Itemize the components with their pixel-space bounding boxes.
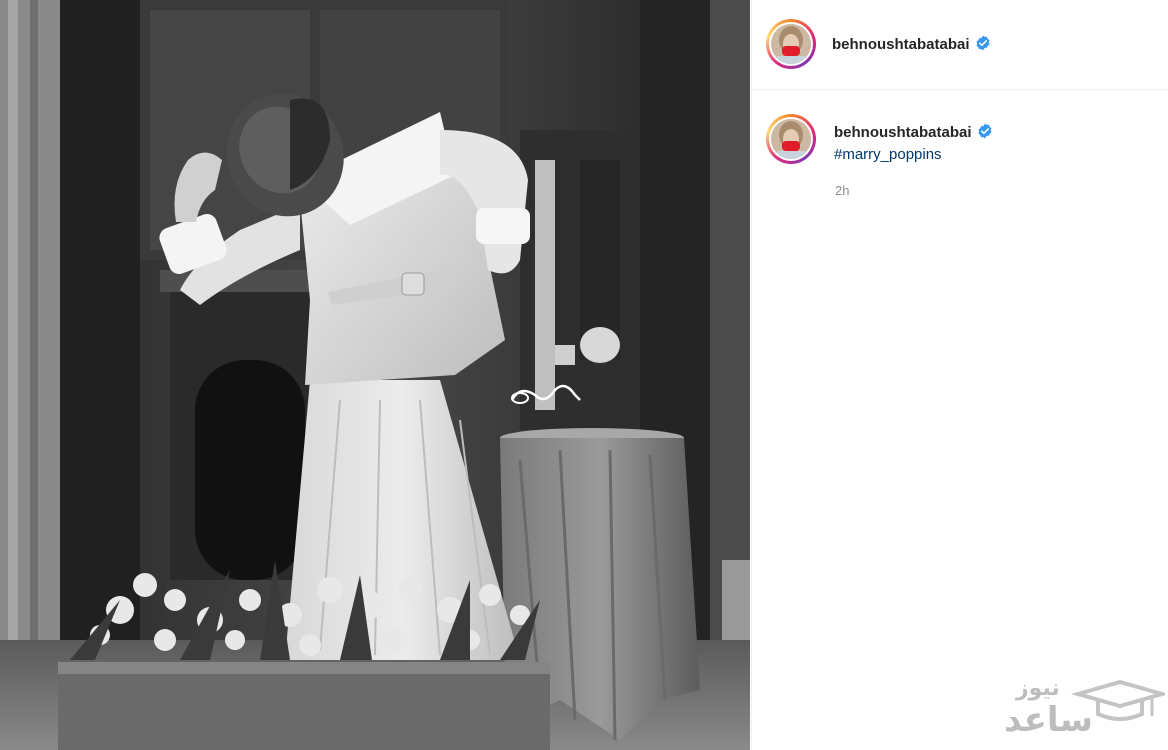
post-timestamp[interactable]: 2h: [835, 183, 849, 198]
profile-photo-icon: [771, 119, 811, 159]
stage-scene-image: [0, 0, 750, 750]
caption-hashtag-link[interactable]: #marry_poppins: [834, 146, 942, 163]
avatar[interactable]: [766, 19, 816, 69]
profile-photo-icon: [771, 24, 811, 64]
watermark-line1: نیوز: [1016, 676, 1060, 701]
username-text: behnoushtabatabai: [832, 36, 970, 53]
verified-badge-icon: [975, 35, 991, 55]
header-username-link[interactable]: behnoushtabatabai: [832, 35, 991, 55]
post-side-panel: behnoushtabatabai behnoushtabatabai #mar…: [751, 0, 1168, 750]
caption-username-link[interactable]: behnoushtabatabai: [834, 123, 993, 143]
watermark-line2: ساعد: [1004, 700, 1094, 740]
post-photo[interactable]: [0, 0, 750, 750]
verified-badge-icon: [977, 123, 993, 143]
caption-avatar[interactable]: [766, 114, 816, 164]
caption-username-text: behnoushtabatabai: [834, 124, 972, 141]
post-header: behnoushtabatabai: [752, 0, 1168, 90]
